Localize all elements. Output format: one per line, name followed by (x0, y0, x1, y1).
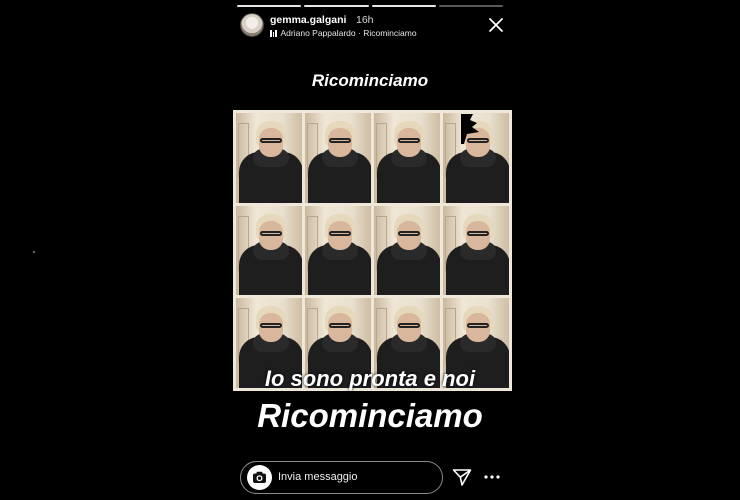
collage-photo (443, 205, 509, 296)
story-header: gemma.galgani 16h Adriano Pappalardo · R… (240, 12, 504, 42)
avatar[interactable] (240, 13, 264, 37)
progress-segment (438, 5, 503, 7)
collage-photo (305, 205, 371, 296)
post-time: 16h (356, 14, 374, 26)
progress-segment (237, 5, 302, 7)
collage-photo (374, 205, 440, 296)
music-label: Adriano Pappalardo · Ricominciamo (280, 28, 417, 38)
progress-segment (371, 5, 436, 7)
photo-collage (233, 110, 512, 391)
music-attribution[interactable]: Adriano Pappalardo · Ricominciamo (270, 28, 417, 38)
username[interactable]: gemma.galgani (270, 14, 346, 26)
progress-segment (304, 5, 369, 7)
image-edge-blot (461, 114, 479, 144)
story-viewer[interactable]: gemma.galgani 16h Adriano Pappalardo · R… (230, 0, 512, 500)
send-icon[interactable] (451, 466, 473, 488)
collage-photo (305, 113, 371, 203)
collage-photo (236, 205, 302, 296)
camera-icon[interactable] (247, 465, 272, 490)
story-top-caption: Ricominciamo (311, 71, 429, 90)
collage-photo (374, 113, 440, 203)
reply-input[interactable]: Invia messaggio (240, 461, 443, 494)
music-bars-icon (270, 29, 277, 37)
close-icon[interactable] (487, 16, 505, 34)
background-speck (33, 251, 35, 253)
collage-photo (236, 113, 302, 203)
story-caption-line-1: Io sono pronta e noi (264, 366, 476, 391)
story-caption-line-2: Ricominciamo (257, 397, 483, 434)
reply-placeholder: Invia messaggio (278, 471, 358, 483)
story-progress-bar (237, 5, 503, 7)
more-icon[interactable] (481, 466, 503, 488)
